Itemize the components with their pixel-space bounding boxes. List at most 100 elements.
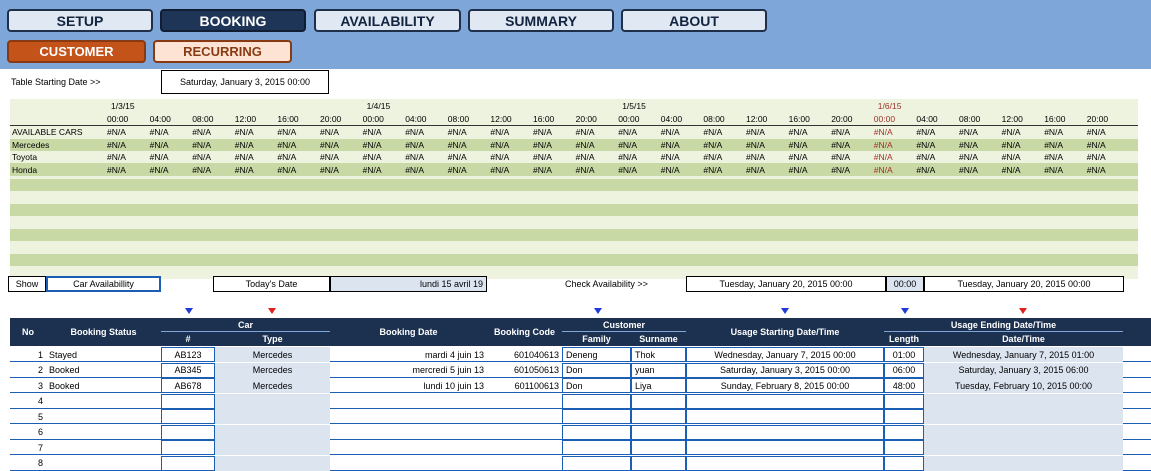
- cell-booking-code[interactable]: 601100613: [487, 378, 562, 393]
- cell-booking-code[interactable]: 601050613: [487, 363, 562, 378]
- cell-car-type[interactable]: [215, 455, 330, 471]
- cell-length[interactable]: [884, 393, 924, 409]
- cell-booking-code[interactable]: 601040613: [487, 347, 562, 362]
- chart-cell: #N/A: [873, 164, 893, 175]
- cell-surname[interactable]: Thok: [631, 347, 686, 362]
- cell-usage-start[interactable]: [686, 440, 884, 455]
- cell-booking-date[interactable]: mardi 4 juin 13: [330, 347, 487, 362]
- cell-usage-start[interactable]: [686, 455, 884, 471]
- cell-usage-start[interactable]: [686, 409, 884, 424]
- cell-status[interactable]: [46, 409, 161, 424]
- cell-usage-start[interactable]: Sunday, February 8, 2015 00:00: [686, 378, 884, 393]
- tab-availability[interactable]: AVAILABILITY: [314, 9, 461, 32]
- cell-booking-date[interactable]: [330, 440, 487, 455]
- check-start-input[interactable]: Tuesday, January 20, 2015 00:00: [686, 276, 886, 292]
- cell-surname[interactable]: [631, 424, 686, 440]
- subtab-customer[interactable]: CUSTOMER: [7, 40, 146, 63]
- cell-family[interactable]: [562, 424, 631, 440]
- cell-usage-end[interactable]: [924, 409, 1123, 424]
- cell-booking-code[interactable]: [487, 456, 562, 471]
- cell-status[interactable]: [46, 456, 161, 471]
- cell-status[interactable]: [46, 394, 161, 409]
- cell-status[interactable]: Booked: [46, 378, 161, 393]
- cell-usage-end[interactable]: [924, 455, 1123, 471]
- cell-surname[interactable]: yuan: [631, 362, 686, 378]
- cell-length[interactable]: [884, 424, 924, 440]
- cell-booking-date[interactable]: [330, 394, 487, 409]
- filter-arrow-icon[interactable]: [901, 308, 909, 314]
- tab-setup[interactable]: SETUP: [7, 9, 153, 32]
- table-start-input[interactable]: Saturday, January 3, 2015 00:00: [161, 70, 329, 94]
- subtab-recurring[interactable]: RECURRING: [153, 40, 292, 63]
- cell-family[interactable]: [562, 455, 631, 471]
- tab-summary[interactable]: SUMMARY: [468, 9, 614, 32]
- cell-surname[interactable]: [631, 440, 686, 455]
- cell-length[interactable]: [884, 409, 924, 424]
- sort-arrow-icon[interactable]: [268, 308, 276, 314]
- cell-car-type[interactable]: Mercedes: [215, 362, 330, 378]
- cell-car-type[interactable]: Mercedes: [215, 347, 330, 362]
- cell-length[interactable]: 01:00: [884, 347, 924, 362]
- cell-length[interactable]: 06:00: [884, 362, 924, 378]
- cell-car-number[interactable]: AB123: [161, 347, 215, 362]
- cell-car-type[interactable]: [215, 393, 330, 409]
- cell-car-type[interactable]: Mercedes: [215, 378, 330, 393]
- cell-length[interactable]: 48:00: [884, 378, 924, 393]
- tab-booking[interactable]: BOOKING: [160, 9, 306, 32]
- cell-usage-start[interactable]: [686, 424, 884, 440]
- cell-usage-end[interactable]: [924, 440, 1123, 455]
- cell-car-number[interactable]: [161, 440, 215, 455]
- cell-booking-code[interactable]: [487, 394, 562, 409]
- cell-booking-date[interactable]: mercredi 5 juin 13: [330, 363, 487, 378]
- cell-booking-date[interactable]: [330, 456, 487, 471]
- cell-status[interactable]: [46, 425, 161, 440]
- cell-length[interactable]: [884, 455, 924, 471]
- cell-car-number[interactable]: [161, 424, 215, 440]
- cell-length[interactable]: [884, 440, 924, 455]
- cell-booking-date[interactable]: lundi 10 juin 13: [330, 378, 487, 393]
- cell-surname[interactable]: [631, 393, 686, 409]
- cell-family[interactable]: Don: [562, 362, 631, 378]
- cell-booking-date[interactable]: [330, 409, 487, 424]
- cell-car-number[interactable]: AB345: [161, 362, 215, 378]
- filter-arrow-icon[interactable]: [594, 308, 602, 314]
- cell-family[interactable]: [562, 409, 631, 424]
- filter-arrow-icon[interactable]: [781, 308, 789, 314]
- cell-status[interactable]: [46, 440, 161, 455]
- filter-arrow-icon[interactable]: [185, 308, 193, 314]
- cell-booking-date[interactable]: [330, 425, 487, 440]
- cell-usage-start[interactable]: [686, 393, 884, 409]
- show-dropdown[interactable]: Car Availabillity: [46, 276, 161, 292]
- cell-car-number[interactable]: [161, 409, 215, 424]
- cell-usage-start[interactable]: Saturday, January 3, 2015 00:00: [686, 362, 884, 378]
- cell-car-type[interactable]: [215, 409, 330, 424]
- cell-status[interactable]: Stayed: [46, 347, 161, 362]
- cell-car-type[interactable]: [215, 440, 330, 455]
- cell-status[interactable]: Booked: [46, 363, 161, 378]
- tab-about[interactable]: ABOUT: [621, 9, 767, 32]
- cell-car-type[interactable]: [215, 424, 330, 440]
- cell-car-number[interactable]: [161, 455, 215, 471]
- cell-family[interactable]: Don: [562, 378, 631, 393]
- cell-booking-code[interactable]: [487, 409, 562, 424]
- cell-usage-end[interactable]: Wednesday, January 7, 2015 01:00: [924, 347, 1123, 362]
- cell-usage-end[interactable]: [924, 424, 1123, 440]
- check-length-input[interactable]: 00:00: [886, 276, 924, 292]
- sort-arrow-icon[interactable]: [1019, 308, 1027, 314]
- cell-usage-start[interactable]: Wednesday, January 7, 2015 00:00: [686, 347, 884, 362]
- cell-surname[interactable]: [631, 455, 686, 471]
- cell-no: 2: [37, 365, 43, 375]
- cell-car-number[interactable]: AB678: [161, 378, 215, 393]
- cell-family[interactable]: Deneng: [562, 347, 631, 362]
- cell-family[interactable]: [562, 393, 631, 409]
- cell-family[interactable]: [562, 440, 631, 455]
- cell-usage-end[interactable]: [924, 393, 1123, 409]
- cell-booking-code[interactable]: [487, 425, 562, 440]
- table-row: 7: [10, 440, 1151, 455]
- cell-usage-end[interactable]: Saturday, January 3, 2015 06:00: [924, 362, 1123, 378]
- cell-surname[interactable]: [631, 409, 686, 424]
- cell-surname[interactable]: Liya: [631, 378, 686, 393]
- cell-booking-code[interactable]: [487, 440, 562, 455]
- cell-car-number[interactable]: [161, 393, 215, 409]
- cell-usage-end[interactable]: Tuesday, February 10, 2015 00:00: [924, 378, 1123, 393]
